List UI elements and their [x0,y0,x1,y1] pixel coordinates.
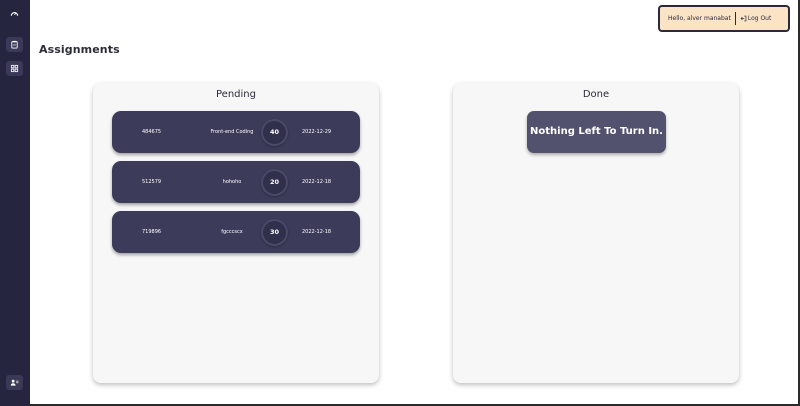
sidebar-item-grid[interactable] [6,61,23,76]
app: Assignments Hello, alver manabat Log Out… [0,0,800,406]
logout-label: Log Out [747,15,772,22]
sidebar-item-users[interactable] [6,375,23,390]
assignment-id: 484675 [142,129,162,135]
sidebar [0,0,30,406]
pending-panel: Pending 484675 Front-end Coding 40 2022-… [93,83,379,383]
grid-icon [10,64,19,73]
assignment-name: Front-end Coding [210,129,254,135]
assignment-points: 30 [261,219,288,246]
assignment-id: 719896 [142,229,162,235]
assignment-name: hohoho [222,179,242,185]
sidebar-item-dashboard[interactable] [6,6,23,21]
done-title: Done [582,89,610,100]
divider [734,12,736,25]
done-panel: Done Nothing Left To Turn In. [453,83,739,383]
pending-title: Pending [216,89,256,100]
assignment-points: 20 [261,169,288,196]
assignment-id: 512579 [142,179,162,185]
assignment-card[interactable]: 512579 hohoho 20 2022-12-18 [112,161,360,203]
assignment-points: 40 [261,119,288,146]
gauge-icon [10,12,19,16]
assignment-date: 2022-12-18 [302,179,332,185]
assignment-name: fgcccscx [221,229,243,235]
empty-state-message: Nothing Left To Turn In. [527,111,666,153]
clipboard-icon [11,40,18,49]
assignment-card[interactable]: 484675 Front-end Coding 40 2022-12-29 [112,111,360,153]
assignment-date: 2022-12-18 [302,229,332,235]
users-icon [10,379,19,386]
user-greeting: Hello, alver manabat [668,15,731,22]
logout-icon [740,15,747,22]
assignment-date: 2022-12-29 [302,129,332,135]
user-menu: Hello, alver manabat Log Out [658,5,790,32]
sidebar-item-assignments[interactable] [6,37,23,52]
page-title: Assignments [39,43,120,56]
assignment-card[interactable]: 719896 fgcccscx 30 2022-12-18 [112,211,360,253]
logout-button[interactable]: Log Out [740,15,772,22]
